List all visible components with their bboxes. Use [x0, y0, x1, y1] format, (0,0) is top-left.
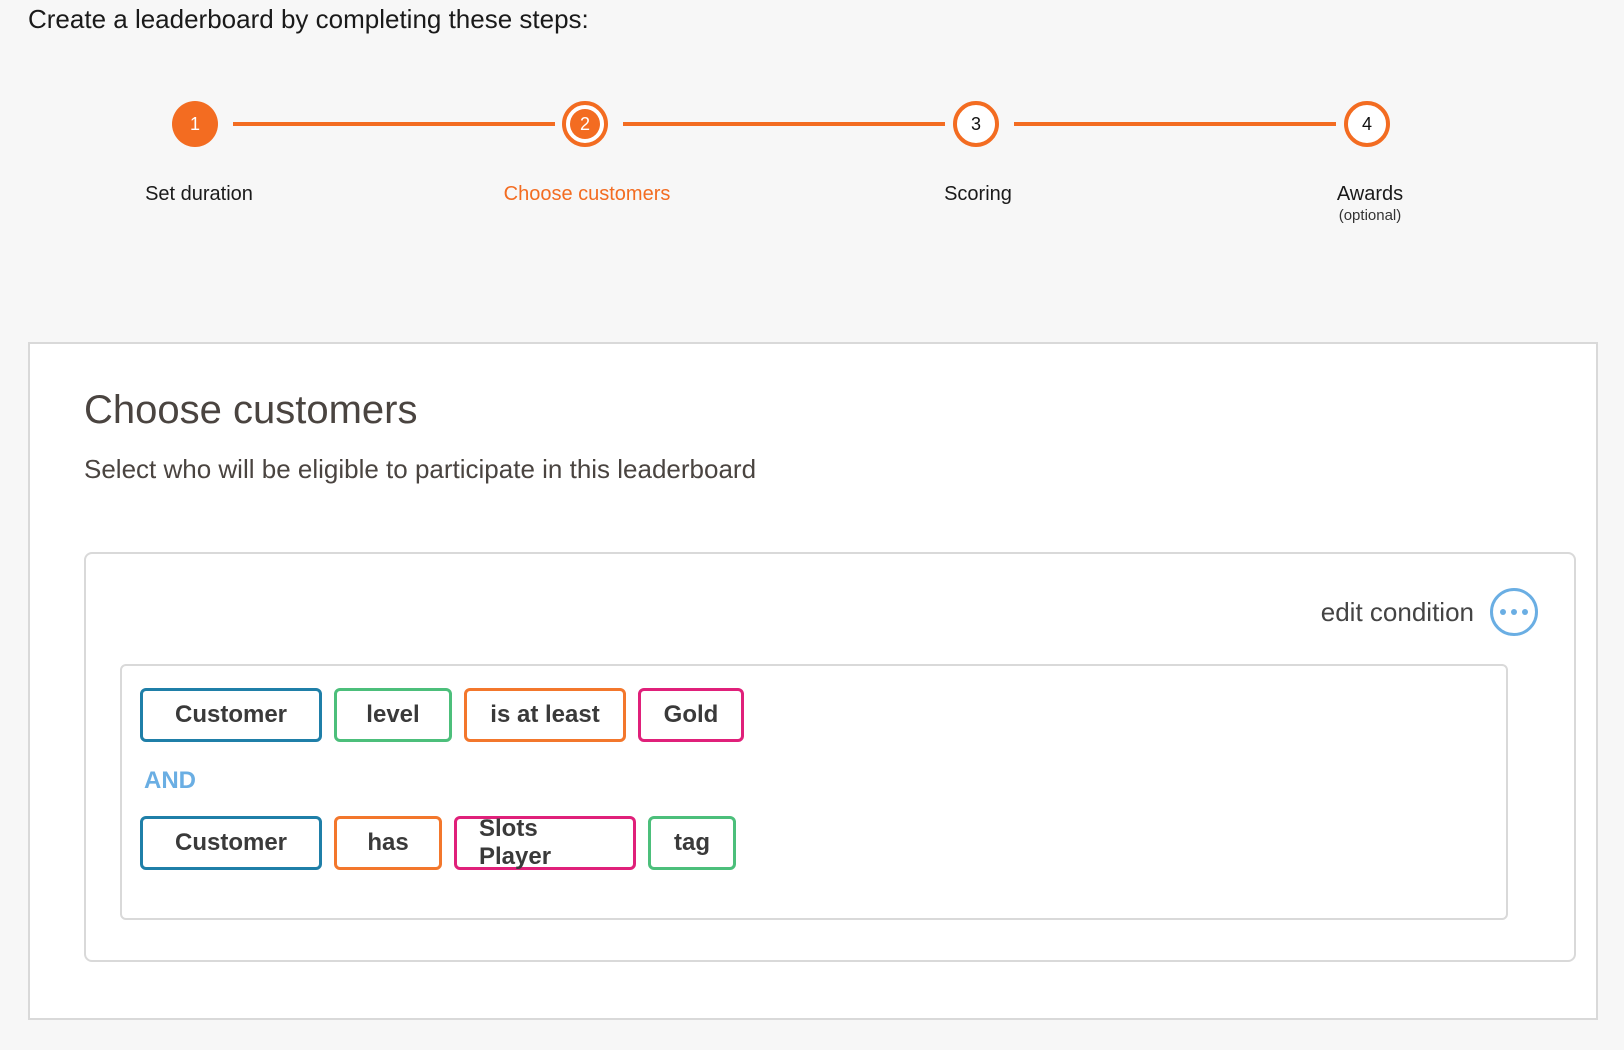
edit-condition-label[interactable]: edit condition [1321, 597, 1474, 628]
edit-condition-row: edit condition [1321, 588, 1538, 636]
step-connector [233, 122, 555, 126]
rule-attribute-chip[interactable]: level [334, 688, 452, 742]
rule-entity-chip[interactable]: Customer [140, 688, 322, 742]
step-4-label: Awards (optional) [1250, 183, 1490, 224]
condition-box: edit condition Customer level is at leas… [84, 552, 1576, 962]
rules-box: Customer level is at least Gold AND Cust… [120, 664, 1508, 920]
rule-operator-chip[interactable]: is at least [464, 688, 626, 742]
step-3-label: Scoring [944, 183, 1012, 205]
rule-operator-chip[interactable]: has [334, 816, 442, 870]
step-number: 3 [970, 113, 981, 134]
step-3-circle[interactable]: 3 [953, 101, 999, 147]
choose-customers-panel: Choose customers Select who will be elig… [28, 342, 1598, 1020]
panel-subtitle: Select who will be eligible to participa… [84, 454, 757, 484]
step-connector [1014, 122, 1336, 126]
rule-entity-chip[interactable]: Customer [140, 816, 322, 870]
conjunction-label: AND [144, 767, 196, 794]
step-4-title: Awards [1336, 183, 1404, 205]
step-number: 4 [1361, 113, 1372, 134]
step-1-circle[interactable]: 1 [172, 101, 218, 147]
stepper: 1 2 3 4 Set duration Choose customers Sc… [0, 0, 1624, 260]
more-dots-icon[interactable] [1490, 588, 1538, 636]
step-number: 1 [189, 113, 200, 134]
rule-row: Customer level is at least Gold [140, 688, 744, 742]
step-connector [623, 122, 945, 126]
rule-value-chip[interactable]: Slots Player [454, 815, 636, 870]
step-number: 2 [579, 113, 590, 134]
rule-attribute-chip[interactable]: tag [648, 816, 736, 870]
step-1-label: Set duration [145, 183, 253, 205]
step-4-sublabel: (optional) [1338, 207, 1402, 224]
step-4-circle[interactable]: 4 [1344, 101, 1390, 147]
step-2-label: Choose customers [503, 183, 671, 205]
panel-title: Choose customers [84, 388, 418, 432]
rule-value-chip[interactable]: Gold [638, 688, 744, 742]
rule-row: Customer has Slots Player tag [140, 815, 736, 870]
step-2-circle[interactable]: 2 [562, 101, 608, 147]
